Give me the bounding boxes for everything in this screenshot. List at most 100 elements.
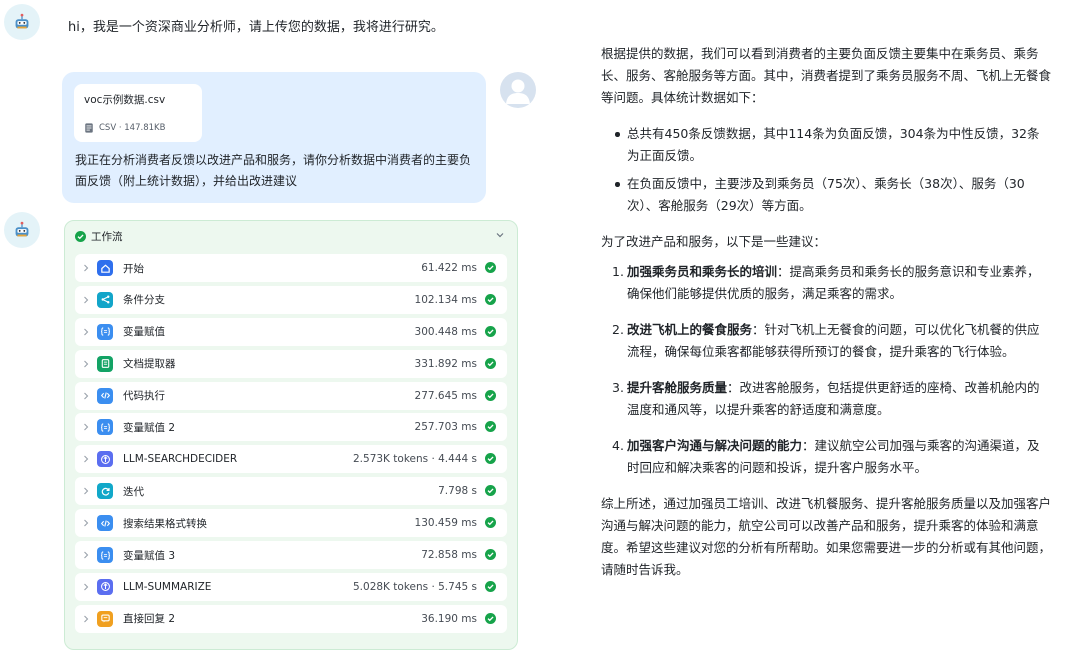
user-icon	[506, 79, 530, 104]
bot-answer: 根据提供的数据，我们可以看到消费者的主要负面反馈主要集中在乘务员、乘务长、服务、…	[601, 43, 1051, 581]
bot-greeting: hi，我是一个资深商业分析师，请上传您的数据，我将进行研究。	[68, 20, 444, 35]
step-metric: 5.028K tokens · 5.745 s	[353, 580, 477, 593]
step-label: 代码执行	[123, 390, 165, 403]
bot-avatar	[4, 4, 40, 40]
workflow-step[interactable]: 搜索结果格式转换 130.459 ms	[75, 509, 507, 538]
step-label: 变量赋值 3	[123, 549, 176, 562]
bot-avatar	[4, 212, 40, 248]
doc-extract-icon	[97, 355, 113, 372]
workflow-step[interactable]: 变量赋值 3 72.858 ms	[75, 541, 507, 570]
chevron-right-icon[interactable]	[81, 359, 91, 369]
chevron-right-icon[interactable]	[81, 518, 91, 528]
chevron-right-icon[interactable]	[81, 486, 91, 496]
home-icon	[97, 260, 113, 276]
user-message-bubble: voc示例数据.csv CSV · 147.81KB 我正在分析消费者反馈以改进…	[62, 72, 486, 203]
suggestion-intro: 为了改进产品和服务，以下是一些建议：	[601, 234, 827, 249]
attached-file-card[interactable]: voc示例数据.csv CSV · 147.81KB	[74, 84, 202, 142]
check-circle-icon	[485, 517, 496, 529]
stats-list: 总共有450条反馈数据，其中114条为负面反馈，304条为中性反馈，32条为正面…	[601, 123, 1051, 217]
workflow-step[interactable]: 变量赋值 2 257.703 ms	[75, 413, 507, 442]
step-metric: 61.422 ms	[421, 262, 477, 274]
suggestion-list: 1. 加强乘务员和乘务长的培训：提高乘务员和乘务长的服务意识和专业素养，确保他们能…	[601, 261, 1051, 479]
check-circle-icon	[485, 262, 496, 273]
step-label: LLM-SEARCHDECIDER	[123, 453, 238, 466]
chevron-right-icon[interactable]	[81, 327, 91, 337]
workflow-step[interactable]: 直接回复 2 36.190 ms	[75, 604, 507, 633]
workflow-header[interactable]: 工作流	[75, 229, 123, 244]
check-circle-icon	[485, 325, 496, 337]
workflow-step[interactable]: 条件分支 102.134 ms	[75, 285, 507, 314]
answer-conclusion: 综上所述，通过加强员工培训、改进飞机餐服务、提升客舱服务质量以及加强客户沟通与解…	[601, 496, 1052, 577]
chevron-right-icon[interactable]	[81, 263, 91, 273]
step-label: 直接回复 2	[123, 613, 176, 626]
suggestion-title: 改进飞机上的餐食服务	[627, 322, 753, 337]
workflow-step[interactable]: LLM-SUMMARIZE 5.028K tokens · 5.745 s	[75, 572, 507, 601]
stats-item: 在负面反馈中，主要涉及到乘务员（75次）、乘务长（38次）、服务（30次）、客舱…	[601, 173, 1051, 217]
step-metric: 102.134 ms	[414, 293, 477, 306]
check-circle-icon	[485, 549, 496, 561]
chevron-down-icon[interactable]	[495, 230, 505, 240]
csv-file-icon	[85, 123, 93, 133]
check-circle-icon	[485, 580, 496, 592]
suggestion-title: 加强客户沟通与解决问题的能力	[627, 438, 803, 453]
chevron-right-icon[interactable]	[81, 391, 91, 401]
variable-icon	[97, 323, 113, 340]
step-metric: 130.459 ms	[414, 517, 477, 530]
chevron-right-icon[interactable]	[81, 295, 91, 305]
workflow-step[interactable]: 变量赋值 300.448 ms	[75, 317, 507, 346]
chevron-right-icon[interactable]	[81, 454, 91, 464]
robot-icon	[15, 13, 29, 29]
llm-icon	[97, 578, 113, 595]
suggestion-item: 3. 提升客舱服务质量：改进客舱服务，包括提供更舒适的座椅、改善机舱内的温度和通风…	[612, 380, 1040, 417]
user-avatar	[500, 72, 536, 108]
step-label: 开始	[123, 262, 144, 275]
step-metric: 277.645 ms	[414, 389, 477, 402]
file-type: CSV	[99, 123, 117, 133]
file-meta-separator: ·	[116, 123, 125, 133]
workflow-panel: 工作流 开始 61.422 ms 条件分支 102.134 ms 变量赋值 300.448…	[64, 220, 518, 650]
step-label: 迭代	[123, 485, 144, 498]
iteration-icon	[97, 483, 113, 500]
user-message-text: 我正在分析消费者反馈以改进产品和服务，请你分析数据中消费者的主要负面反馈（附上统…	[75, 153, 472, 188]
code-icon	[97, 515, 113, 532]
check-circle-icon	[485, 453, 496, 465]
reply-icon	[97, 610, 113, 627]
variable-icon	[97, 419, 113, 436]
suggestion-title: 提升客舱服务质量	[627, 380, 728, 395]
step-label: 变量赋值	[123, 326, 165, 339]
check-circle-icon	[485, 293, 496, 305]
workflow-step[interactable]: 开始 61.422 ms	[75, 254, 507, 282]
step-label: LLM-SUMMARIZE	[123, 580, 212, 593]
suggestion-item: 2. 改进飞机上的餐食服务：针对飞机上无餐食的问题，可以优化飞机餐的供应流程，确保…	[612, 322, 1040, 359]
step-label: 搜索结果格式转换	[123, 517, 207, 530]
check-circle-icon	[485, 421, 496, 433]
step-metric: 331.892 ms	[414, 357, 477, 370]
llm-icon	[97, 451, 113, 468]
chevron-right-icon[interactable]	[81, 582, 91, 592]
check-circle-icon	[485, 389, 496, 401]
workflow-steps: 开始 61.422 ms 条件分支 102.134 ms 变量赋值 300.448 ms 文…	[75, 254, 507, 637]
workflow-step[interactable]: 文档提取器 331.892 ms	[75, 349, 507, 378]
suggestion-item: 4. 加强客户沟通与解决问题的能力：建议航空公司加强与乘客的沟通渠道，及时回应和解…	[612, 438, 1040, 475]
check-circle-icon	[485, 485, 496, 497]
check-circle-icon	[485, 357, 496, 369]
suggestion-item: 1. 加强乘务员和乘务长的培训：提高乘务员和乘务长的服务意识和专业素养，确保他们能…	[612, 264, 1040, 301]
robot-icon	[15, 221, 29, 237]
workflow-step[interactable]: LLM-SEARCHDECIDER 2.573K tokens · 4.444 s	[75, 445, 507, 474]
suggestion-title: 加强乘务员和乘务长的培训	[627, 264, 778, 279]
workflow-title: 工作流	[91, 231, 123, 243]
branch-icon	[97, 291, 113, 308]
step-metric: 2.573K tokens · 4.444 s	[353, 453, 477, 466]
variable-icon	[97, 547, 113, 564]
chevron-right-icon[interactable]	[81, 422, 91, 432]
step-label: 文档提取器	[123, 358, 176, 371]
chevron-right-icon[interactable]	[81, 550, 91, 560]
step-label: 条件分支	[123, 294, 165, 307]
check-circle-icon	[75, 231, 86, 242]
file-name: voc示例数据.csv	[84, 94, 166, 106]
chevron-right-icon[interactable]	[81, 614, 91, 624]
workflow-step[interactable]: 代码执行 277.645 ms	[75, 381, 507, 410]
step-metric: 257.703 ms	[414, 421, 477, 434]
workflow-step[interactable]: 迭代 7.798 s	[75, 477, 507, 506]
file-size: 147.81KB	[124, 123, 166, 133]
